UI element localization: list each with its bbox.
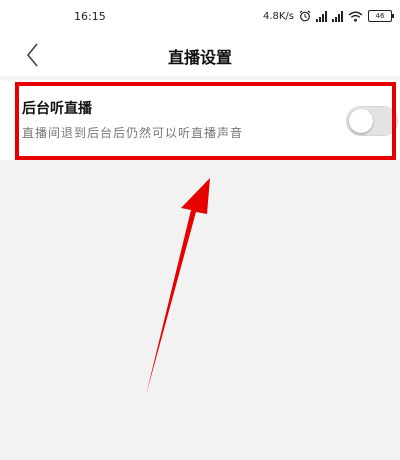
annotation-arrow <box>146 178 210 395</box>
